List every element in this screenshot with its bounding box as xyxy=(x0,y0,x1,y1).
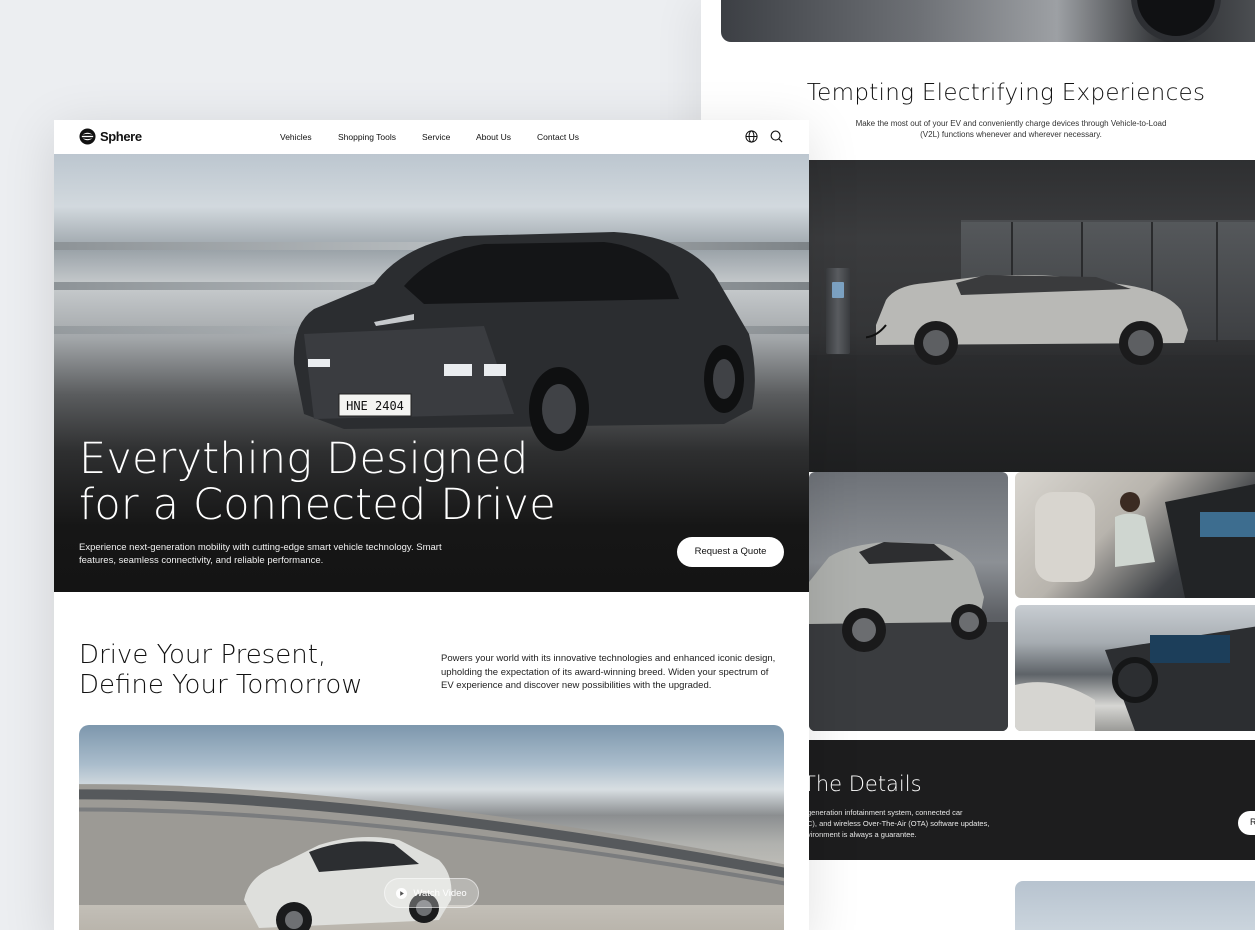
details-text: generation infotainment system, connecte… xyxy=(807,808,990,839)
sphere-logo-icon xyxy=(79,128,96,145)
watch-video-label: Watch Video xyxy=(413,887,467,899)
details-button[interactable]: R xyxy=(1238,811,1255,835)
globe-icon[interactable] xyxy=(745,130,758,143)
search-icon[interactable] xyxy=(770,130,783,143)
hero-title: Everything Designed for a Connected Driv… xyxy=(79,436,599,528)
nav-link-shopping-tools[interactable]: Shopping Tools xyxy=(338,132,422,142)
main-page-preview: Sphere Vehicles Shopping Tools Service A… xyxy=(54,120,809,930)
brand-name: Sphere xyxy=(100,129,142,144)
nav-link-about-us[interactable]: About Us xyxy=(476,132,537,142)
driver-seat-image xyxy=(1015,472,1255,598)
top-car-image xyxy=(721,0,1255,42)
charging-station xyxy=(826,268,850,354)
hero-car-image: HNE 2404 xyxy=(293,232,755,451)
hero-subtitle: Experience next-generation mobility with… xyxy=(79,542,442,566)
section-title: Tempting Electrifying Experiences xyxy=(806,80,1206,106)
intro-heading: Drive Your Present, Define Your Tomorrow xyxy=(79,640,409,700)
hero-banner: HNE 2404 Everything Designed for a Conne… xyxy=(54,154,809,592)
nav-link-vehicles[interactable]: Vehicles xyxy=(280,132,338,142)
video-car-image xyxy=(244,836,452,930)
nav-link-service[interactable]: Service xyxy=(422,132,476,142)
nav-links: Vehicles Shopping Tools Service About Us… xyxy=(280,132,579,142)
silver-car-illustration xyxy=(866,275,1188,365)
request-quote-button[interactable]: Request a Quote xyxy=(677,537,784,567)
top-navigation: Sphere Vehicles Shopping Tools Service A… xyxy=(54,120,809,154)
intro-heading-line-1: Drive Your Present, xyxy=(79,640,327,670)
brand-logo[interactable]: Sphere xyxy=(79,128,142,145)
dashboard-interior-image xyxy=(1015,605,1255,731)
license-plate: HNE 2404 xyxy=(346,399,404,413)
bottom-image xyxy=(1015,881,1255,930)
details-title: The Details xyxy=(803,772,922,796)
play-icon xyxy=(396,887,408,899)
nav-icons xyxy=(745,130,783,143)
nav-link-contact-us[interactable]: Contact Us xyxy=(537,132,579,142)
car-exterior-image xyxy=(809,472,1008,731)
section-subtitle: Make the most out of your EV and conveni… xyxy=(855,119,1167,139)
intro-heading-line-2: Define Your Tomorrow xyxy=(79,670,363,700)
video-card[interactable]: Watch Video xyxy=(79,725,784,930)
watch-video-button[interactable]: Watch Video xyxy=(384,878,479,908)
intro-paragraph: Powers your world with its innovative te… xyxy=(441,653,776,691)
hero-title-line-2: for a Connected Drive xyxy=(79,480,556,530)
hero-title-line-1: Everything Designed xyxy=(79,434,529,484)
